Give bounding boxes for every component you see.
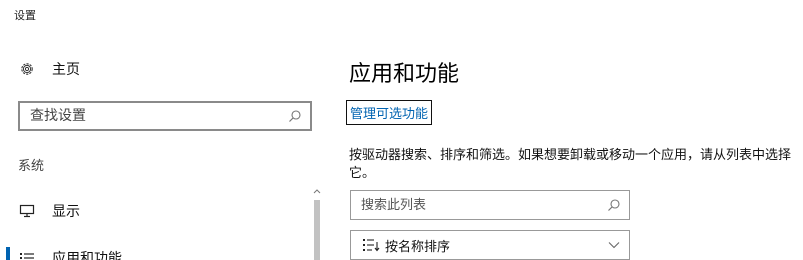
sidebar-scrollbar[interactable] [313,186,321,260]
search-icon[interactable] [280,109,310,123]
manage-optional-features-link[interactable]: 管理可选功能 [346,100,433,125]
sort-dropdown-label: 按名称排序 [385,239,451,255]
scrollbar-thumb[interactable] [314,200,320,260]
sidebar-section-label: 系统 [18,159,45,174]
settings-window: 设置 主页 系统 显示 [0,0,803,260]
gear-icon [18,60,36,78]
search-icon[interactable] [599,198,629,212]
sort-dropdown[interactable]: 按名称排序 [350,230,630,260]
display-icon [18,202,36,220]
chevron-down-icon [599,241,629,249]
sidebar-item-display[interactable]: 显示 [18,199,80,223]
list-search-input[interactable] [351,191,599,219]
selected-indicator [6,247,10,260]
window-title: 设置 [14,9,36,22]
sidebar-item-apps-features[interactable]: 应用和功能 [18,246,122,260]
scroll-up-icon[interactable] [313,186,321,196]
sidebar-item-label: 应用和功能 [52,251,122,260]
list-search-box[interactable] [350,190,630,220]
sidebar-item-label: 主页 [52,62,80,78]
sidebar-item-home[interactable]: 主页 [18,58,80,80]
page-title: 应用和功能 [349,62,460,87]
sort-icon [361,237,381,253]
apps-list-icon [18,249,36,260]
page-description: 按驱动器搜索、排序和筛选。如果想要卸载或移动一个应用，请从列表中选择它。 [349,148,792,181]
sidebar-item-label: 显示 [52,204,80,220]
settings-search-box[interactable] [18,101,312,131]
settings-search-input[interactable] [20,103,280,129]
